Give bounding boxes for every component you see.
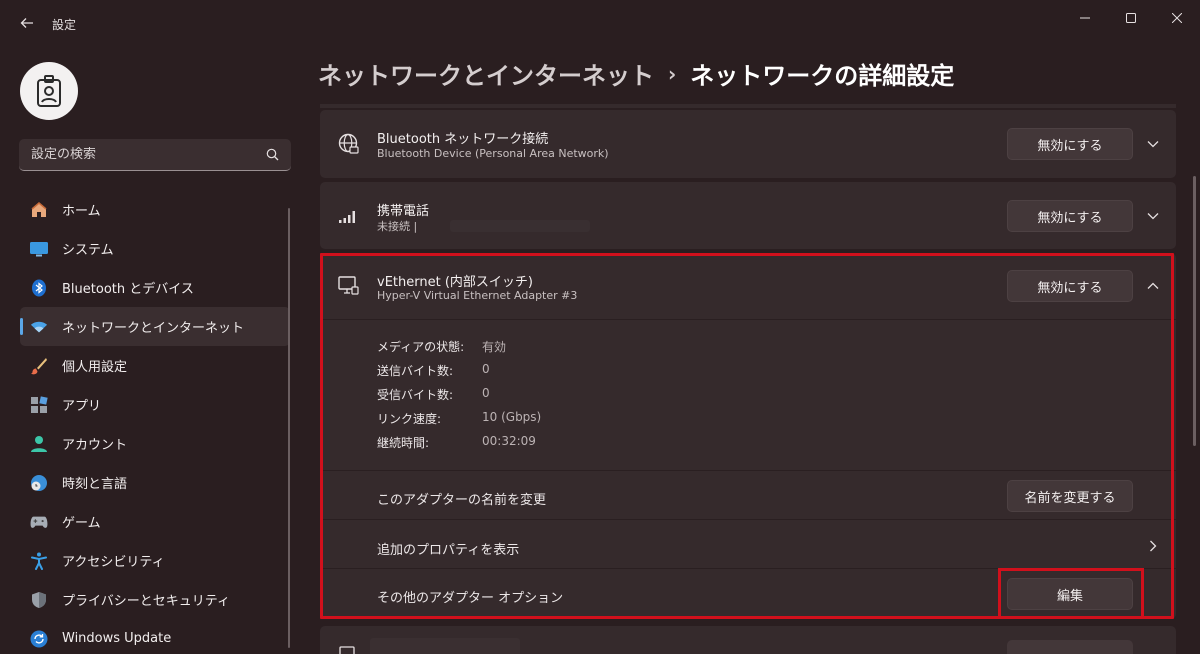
close-icon [1172,13,1182,23]
breadcrumb-parent[interactable]: ネットワークとインターネット [318,56,654,91]
bluetooth-icon [30,279,48,297]
chevron-up-icon[interactable] [1145,278,1161,294]
prop-label: メディアの状態: [377,340,465,354]
prop-label: 受信バイト数: [377,388,454,402]
disable-button[interactable]: 無効にする [1007,200,1133,232]
adapter-subtitle: Hyper-V Virtual Ethernet Adapter #3 [377,289,578,302]
chevron-down-icon[interactable] [1145,136,1161,152]
redacted-text [450,220,590,232]
search-icon [266,148,279,161]
prop-label: リンク速度: [377,412,442,426]
back-button[interactable] [12,8,42,38]
adapter-card-mobile: 携帯電話 未接続 | 無効にする [320,182,1176,249]
sidebar-item-network[interactable]: ネットワークとインターネット [20,307,290,346]
rename-label: このアダプターの名前を変更 [377,493,547,508]
wifi-icon [30,318,48,336]
update-icon [30,630,48,648]
adapter-card-partial [320,626,1176,654]
adapter-title: vEthernet (内部スイッチ) [377,275,533,290]
avatar[interactable] [20,62,78,120]
globe-clock-icon [30,474,48,492]
monitor-icon [30,240,48,258]
chevron-down-icon[interactable] [1145,208,1161,224]
divider [320,470,1176,471]
prop-label: 継続時間: [377,436,430,450]
divider [320,319,1176,320]
sidebar-item-accessibility[interactable]: アクセシビリティ [20,541,290,580]
sidebar-item-time-language[interactable]: 時刻と言語 [20,463,290,502]
rename-button[interactable]: 名前を変更する [1007,480,1133,512]
adapter-subtitle: Bluetooth Device (Personal Area Network) [377,147,609,160]
sidebar-item-bluetooth[interactable]: Bluetooth とデバイス [20,268,290,307]
maximize-icon [1126,13,1136,23]
sidebar-item-system[interactable]: システム [20,229,290,268]
prop-label: 送信バイト数: [377,364,454,378]
sidebar-item-windows-update[interactable]: Windows Update [20,619,290,654]
sidebar-item-privacy[interactable]: プライバシーとセキュリティ [20,580,290,619]
adapter-subtitle: 未接続 | [377,220,418,233]
prop-value: 10 (Gbps) [482,410,542,424]
accessibility-icon [30,552,48,570]
prop-value: 0 [482,362,490,376]
more-properties-label: 追加のプロパティを表示 [377,543,520,558]
home-icon [30,201,48,219]
arrow-left-icon [20,18,33,28]
breadcrumb-separator: › [668,61,677,86]
sidebar-item-home[interactable]: ホーム [20,190,290,229]
partial-button[interactable] [1007,640,1133,654]
minimize-button[interactable] [1062,4,1108,32]
signal-bars-icon [336,204,360,228]
search-box[interactable] [19,139,291,171]
chevron-right-icon [1145,538,1161,554]
maximize-button[interactable] [1108,4,1154,32]
sidebar-scrollbar[interactable] [288,208,290,648]
sidebar-item-personalization[interactable]: 個人用設定 [20,346,290,385]
redacted-text [370,638,520,654]
person-icon [30,435,48,453]
page-title: ネットワークの詳細設定 [690,62,955,90]
minimize-icon [1080,17,1090,19]
sidebar-item-apps[interactable]: アプリ [20,385,290,424]
search-input[interactable] [31,147,251,162]
prop-value: 00:32:09 [482,434,536,448]
disable-button[interactable]: 無効にする [1007,128,1133,160]
sidebar-item-accounts[interactable]: アカウント [20,424,290,463]
more-properties-row[interactable]: 追加のプロパティを表示 [320,520,1176,568]
adapter-title: 携帯電話 [377,204,430,219]
gamepad-icon [30,513,48,531]
adapter-card-bluetooth: Bluetooth ネットワーク接続 Bluetooth Device (Per… [320,110,1176,178]
network-adapter-icon [336,640,360,654]
divider [320,568,1176,569]
breadcrumb: ネットワークとインターネット › ネットワークの詳細設定 [318,56,954,91]
id-badge-icon [37,75,61,107]
globe-network-icon [336,132,360,156]
app-title: 設定 [52,18,77,32]
sidebar-item-gaming[interactable]: ゲーム [20,502,290,541]
title-bar: 設定 [0,0,1200,46]
disable-button[interactable]: 無効にする [1007,270,1133,302]
sidebar-nav: ホーム システム Bluetooth とデバイス ネットワークとインターネット … [20,190,290,654]
apps-icon [30,395,48,414]
brush-icon [30,357,48,375]
adapter-title: Bluetooth ネットワーク接続 [377,132,549,147]
shield-icon [30,591,48,609]
prop-value: 0 [482,386,490,400]
other-options-label: その他のアダプター オプション [377,591,564,606]
prop-value: 有効 [482,340,507,354]
scroll-fade [320,104,1176,108]
edit-button[interactable]: 編集 [1007,578,1133,610]
ethernet-monitor-icon [336,273,360,297]
close-button[interactable] [1154,4,1200,32]
main-scrollbar[interactable] [1193,176,1196,446]
adapter-card-vethernet: vEthernet (内部スイッチ) Hyper-V Virtual Ether… [320,253,1176,619]
